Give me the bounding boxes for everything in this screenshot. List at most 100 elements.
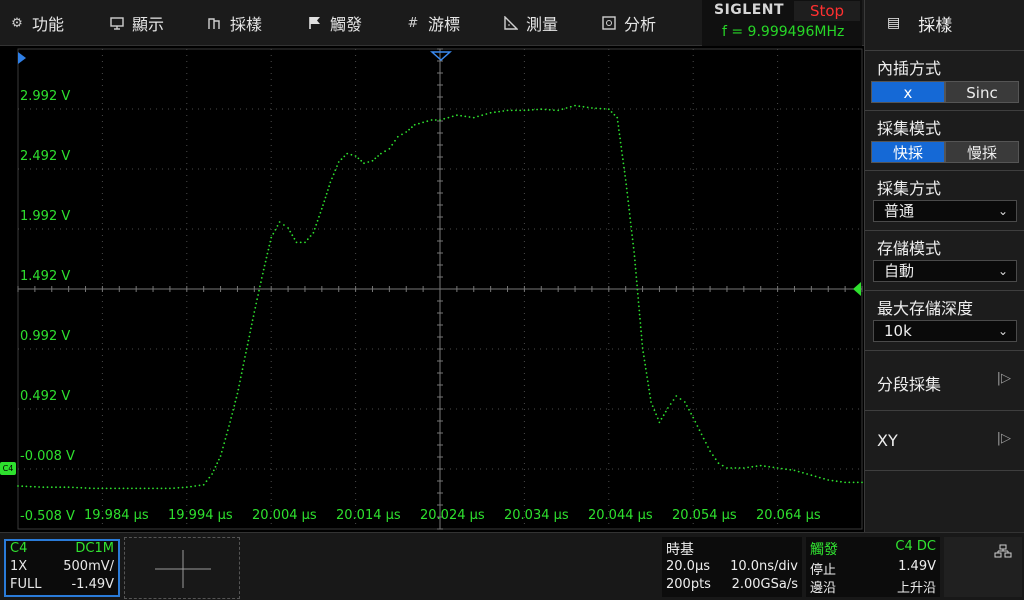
trace-point [426, 120, 429, 123]
acq-method-value: 普通 [884, 202, 915, 220]
acquire-panel: ▤ 採樣 內插方式 x Sinc 採集模式 快採 慢採 採集方式 普通 ⌄ 存儲… [864, 0, 1024, 532]
trace-point [627, 204, 630, 207]
trace-point [343, 155, 346, 158]
menu-acquire[interactable]: 採樣 [208, 0, 262, 46]
trace-point [616, 116, 619, 119]
menu-display[interactable]: 顯示 [110, 0, 164, 46]
trace-point [143, 487, 146, 490]
trace-point [531, 108, 534, 111]
left-arrow-marker[interactable] [18, 52, 26, 64]
acq-mode-toggle[interactable]: 快採 慢採 [871, 141, 1019, 163]
analyze-icon [602, 16, 616, 30]
xy-item[interactable]: XY |▷ [865, 410, 1024, 468]
trace-point [76, 486, 78, 489]
trace-point [328, 185, 330, 188]
trace-point [610, 111, 613, 113]
trace-point [250, 327, 252, 330]
trace-point [789, 468, 792, 471]
trace-point [320, 207, 323, 210]
trace-point [357, 157, 360, 160]
trace-point [105, 487, 108, 490]
trace-point [653, 409, 656, 412]
timebase-row-1: 20.0μs 10.0ns/div [666, 559, 798, 577]
trace-point [318, 215, 320, 218]
trace-point [642, 351, 645, 354]
trace-point [709, 450, 711, 453]
trace-point [818, 476, 821, 479]
interp-option-sinc[interactable]: Sinc [945, 81, 1019, 103]
trace-point [629, 221, 632, 224]
trace-point [806, 473, 808, 475]
segmented-acq-item[interactable]: 分段採集 |▷ [865, 350, 1024, 408]
trace-point [173, 487, 176, 489]
menu-cursor[interactable]: # 游標 [406, 0, 460, 46]
trace-point [205, 480, 208, 483]
channel-ground-marker[interactable]: C4 [0, 462, 16, 475]
gear-icon: ⚙ [11, 15, 23, 31]
timebase-points: 200pts [666, 577, 711, 592]
trigger-position-marker[interactable] [430, 51, 452, 62]
trace-point [260, 277, 263, 279]
trace-point [439, 119, 441, 121]
trace-point [620, 150, 623, 152]
trace-point [222, 446, 224, 449]
menu-cursor-label: 游標 [428, 15, 461, 34]
trace-point [717, 462, 720, 465]
acq-mode-label: 採集模式 [877, 119, 942, 138]
trace-point [651, 405, 654, 407]
trace-point [630, 230, 633, 232]
trigger-level-marker[interactable] [853, 282, 861, 296]
trace-point [233, 404, 236, 407]
brand-logo: SIGLENT [714, 2, 785, 18]
menu-trigger[interactable]: 觸發 [308, 0, 362, 46]
trace-point [246, 343, 249, 346]
trigger-box[interactable]: 觸發 C4 DC 停止 1.49V 邊沿 上升沿 [806, 537, 940, 597]
trace-point [411, 126, 413, 129]
trace-point [624, 179, 627, 181]
run-state-badge[interactable]: Stop [794, 1, 860, 21]
trace-point [214, 465, 217, 468]
trace-point [662, 414, 665, 417]
trace-point [245, 347, 248, 350]
trace-point [316, 219, 319, 222]
menu-function[interactable]: ⚙ 功能 [10, 0, 64, 46]
trace-point [620, 145, 623, 148]
trace-point [630, 225, 632, 228]
trace-point [334, 169, 337, 172]
menu-function-label: 功能 [32, 15, 65, 34]
acq-method-select[interactable]: 普通 ⌄ [873, 200, 1017, 222]
add-channel-slot[interactable] [124, 537, 240, 599]
interp-option-x[interactable]: x [871, 81, 945, 103]
trace-point [646, 376, 648, 378]
trace-point [506, 109, 509, 112]
mem-mode-select[interactable]: 自動 ⌄ [873, 260, 1017, 282]
menu-analyze[interactable]: 分析 [602, 0, 656, 46]
panel-title: 採樣 [918, 15, 953, 36]
acq-mode-fast[interactable]: 快採 [871, 141, 945, 163]
trace-point [599, 107, 602, 110]
trace-point [548, 108, 551, 111]
trace-point [618, 133, 621, 136]
trace-point [250, 323, 253, 326]
trace-point [185, 486, 188, 489]
trace-point [536, 108, 538, 111]
timebase-box[interactable]: 時基 20.0μs 10.0ns/div 200pts 2.00GSa/s [662, 537, 802, 597]
acq-mode-slow[interactable]: 慢採 [945, 141, 1019, 163]
interpolation-toggle[interactable]: x Sinc [871, 81, 1019, 103]
trigger-level: 1.49V [898, 559, 936, 574]
trace-point [650, 401, 652, 403]
trace-point [633, 251, 635, 253]
network-status-box[interactable] [944, 537, 1022, 597]
trace-point [198, 484, 201, 487]
trace-point [147, 487, 150, 490]
waveform-area[interactable]: 2.992 V 2.492 V 1.992 V 1.492 V 0.992 V … [0, 46, 864, 532]
menu-measure[interactable]: 測量 [504, 0, 558, 46]
trace-point [686, 405, 688, 407]
trace-point [247, 339, 250, 342]
trace-point [42, 486, 45, 489]
trace-point [262, 268, 265, 271]
channel-c4-box[interactable]: C4 DC1M 1X 500mV/ FULL -1.49V [4, 539, 120, 597]
timebase-delay: 20.0μs [666, 559, 710, 574]
network-icon [994, 544, 1012, 558]
max-depth-select[interactable]: 10k ⌄ [873, 320, 1017, 342]
